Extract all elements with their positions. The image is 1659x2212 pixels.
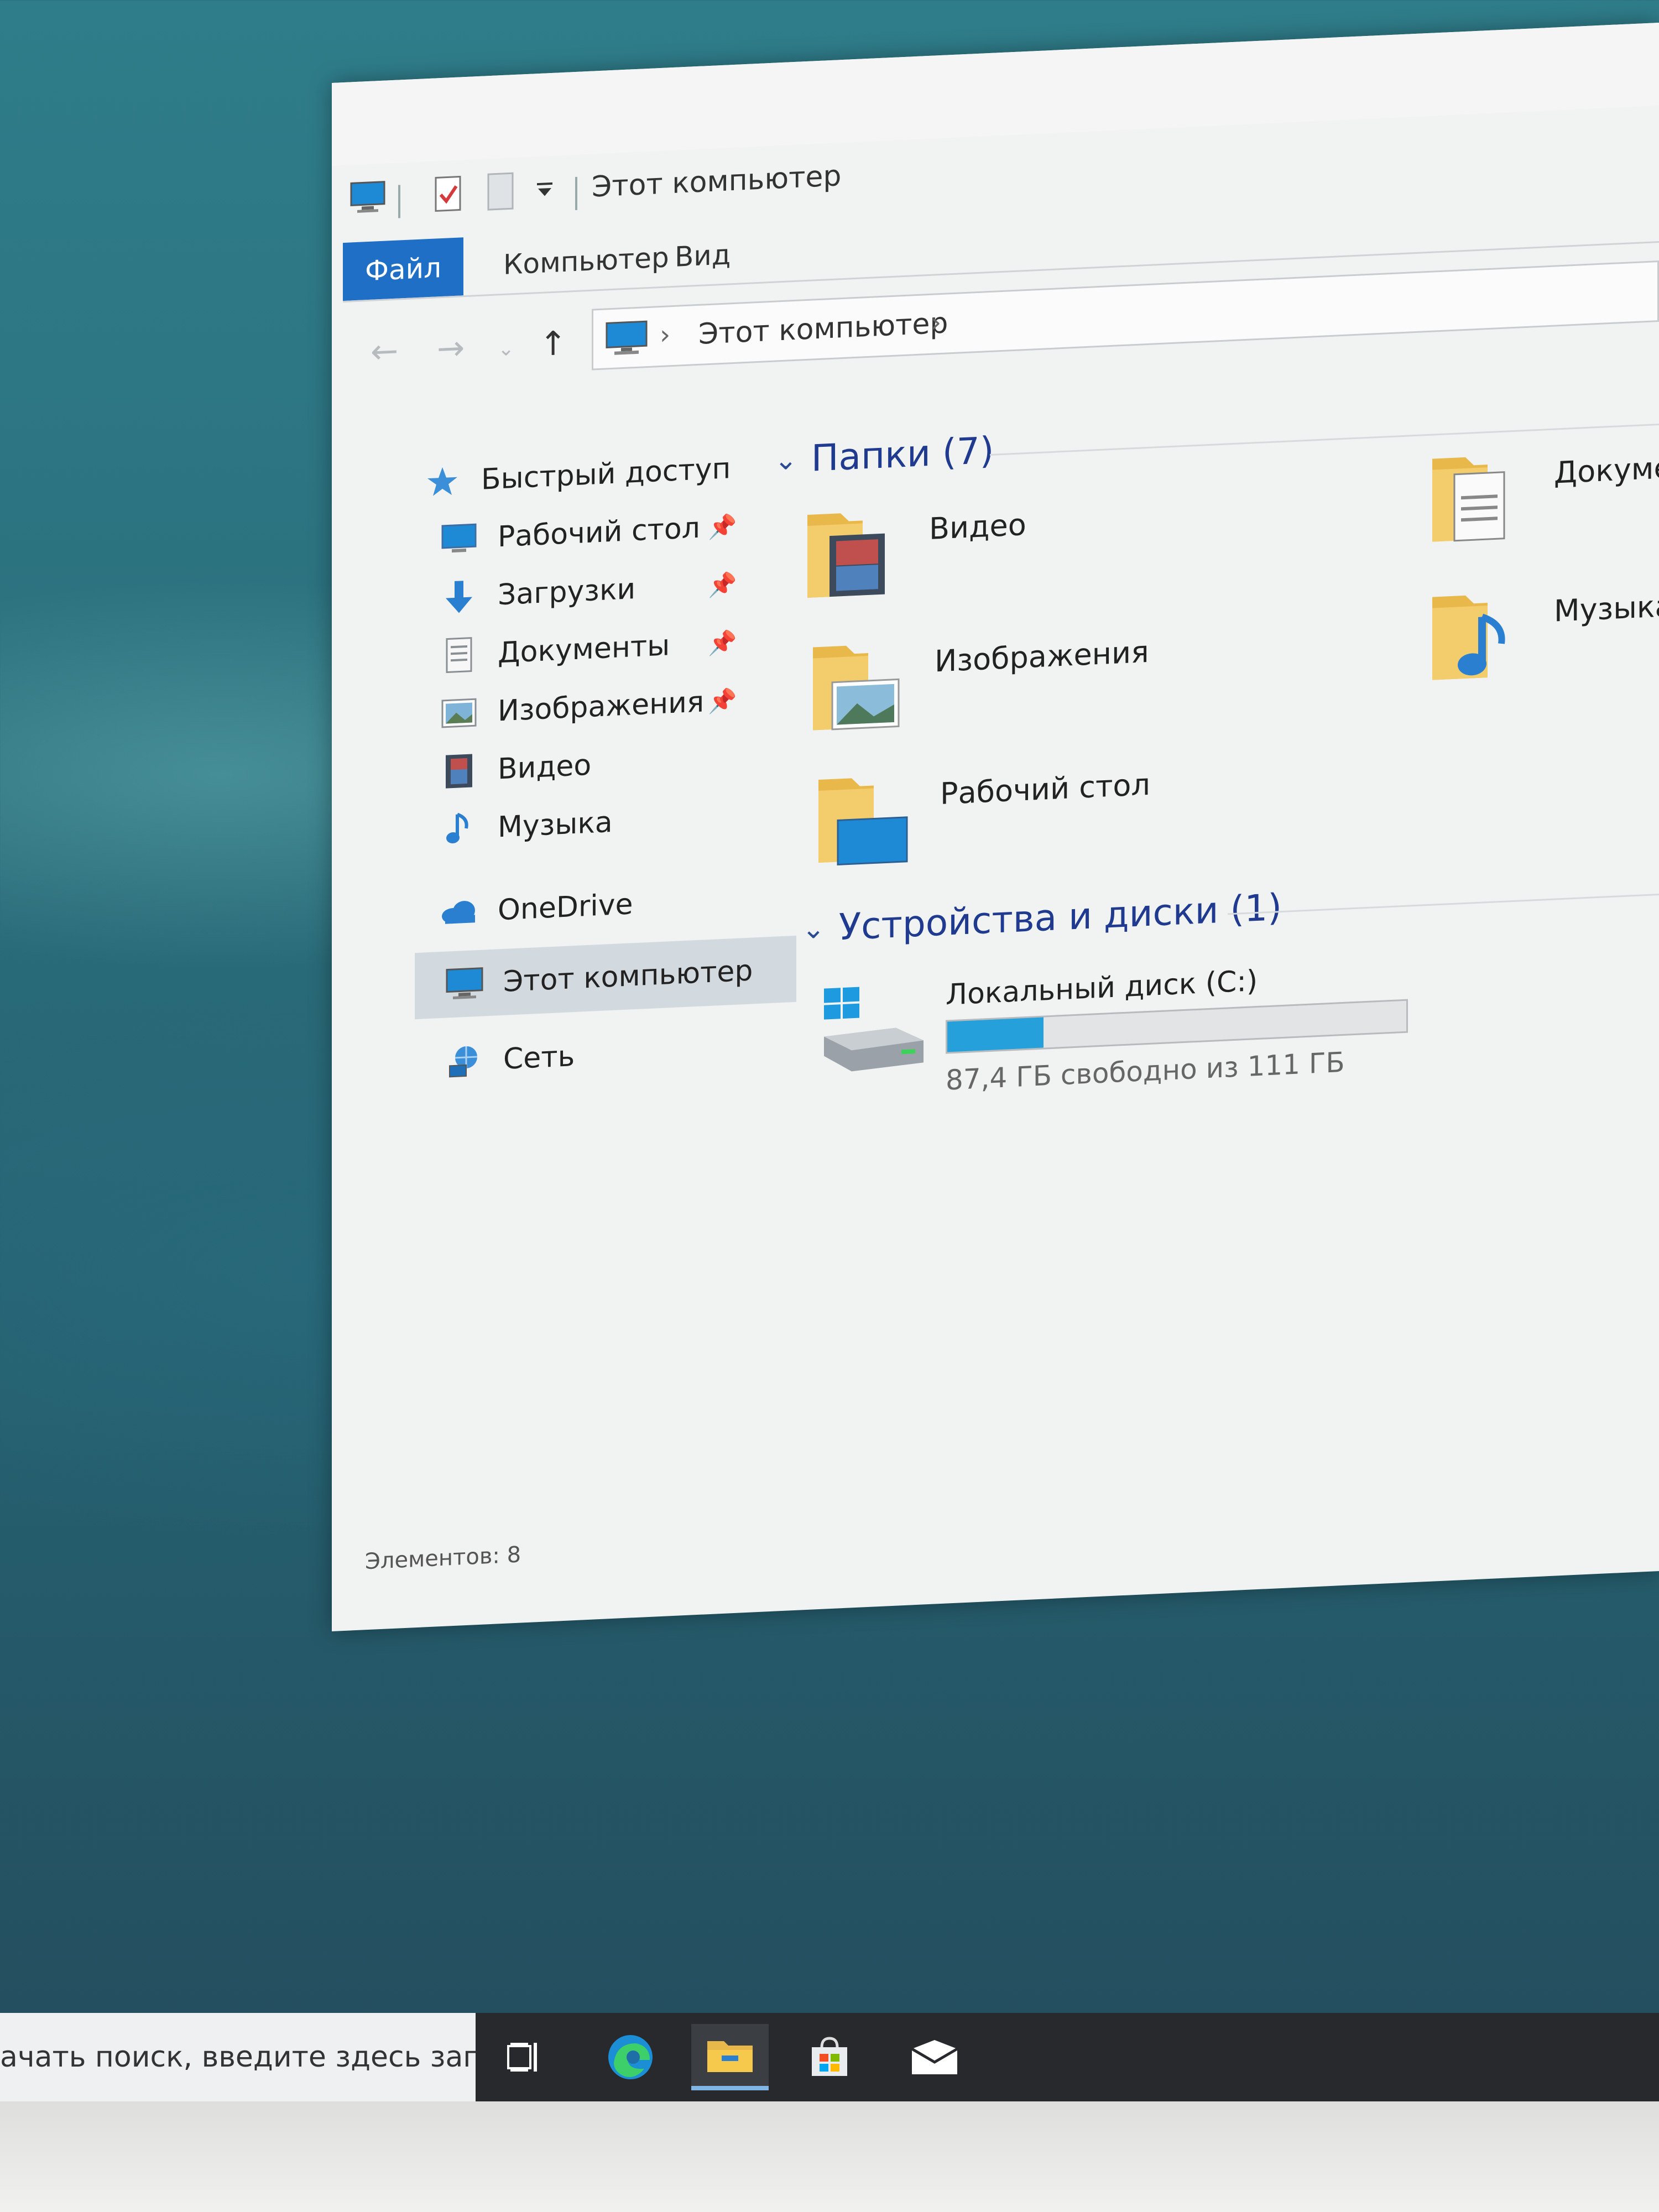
title-bar [332,23,1659,166]
up-arrow-icon[interactable]: ↑ [539,324,567,364]
folder-item-documents[interactable]: Докуме [1421,431,1659,554]
pin-icon[interactable]: 📌 [708,571,737,599]
new-folder-icon[interactable] [481,171,520,212]
sidebar-item-this-pc[interactable]: Этот компьютер [415,935,796,1020]
computer-icon [442,961,487,1007]
toolbar-separator [398,185,400,218]
devices-group-title: Устройства и диски (1) [838,885,1282,949]
navigation-pane: Быстрый доступ Рабочий стол 📌 Загрузки 📌… [343,374,796,1520]
monitor-bezel [0,2101,1659,2212]
video-icon [437,748,481,795]
tab-view[interactable]: Вид [653,224,753,286]
sidebar-item-label: Музыка [498,805,613,844]
devices-group-header[interactable]: ⌄ Устройства и диски (1) [802,886,1282,950]
pictures-icon [437,690,481,737]
explorer-window: Этот компьютер Файл Компьютер Вид ← → ⌄ … [332,23,1659,1632]
properties-check-icon[interactable] [429,174,467,214]
computer-icon [604,319,649,360]
drive-item-c[interactable]: Локальный диск (C:) 87,4 ГБ свободно из … [818,964,1408,1097]
sidebar-item-label: Рабочий стол [498,511,700,554]
recent-dropdown-icon[interactable]: ⌄ [498,337,514,361]
chevron-down-icon[interactable]: ⌄ [774,443,797,476]
folder-item-music[interactable]: Музыка [1421,570,1659,692]
folders-group-title: Папки (7) [811,429,994,480]
sidebar-item-label: Быстрый доступ [481,452,731,497]
edge-icon[interactable] [592,2024,669,2090]
pin-icon[interactable]: 📌 [708,629,737,658]
folder-name: Видео [929,507,1026,546]
forward-arrow-icon[interactable]: → [437,328,465,368]
music-folder-icon [1421,576,1532,691]
sidebar-item-label: Загрузки [498,572,636,612]
sidebar-item-label: Видео [498,748,592,786]
search-input[interactable]: ачать поиск, введите здесь запрос [0,2013,476,2101]
back-arrow-icon[interactable]: ← [371,332,398,372]
chevron-down-icon[interactable]: ⌄ [802,912,825,945]
hard-drive-icon [818,979,929,1081]
pin-icon[interactable]: 📌 [708,687,737,716]
group-divider [1228,890,1659,915]
window-title: Этот компьютер [592,159,842,204]
video-folder-icon [796,494,907,609]
pin-icon[interactable]: 📌 [708,513,737,541]
network-icon [442,1038,487,1084]
folder-item-videos[interactable]: Видео [796,488,1026,609]
drive-name: Локальный диск (C:) [946,964,1258,1012]
status-bar-count: Элементов: 8 [365,1542,521,1575]
download-icon [437,574,481,620]
sidebar-item-label: Сеть [503,1040,575,1076]
cloud-icon [437,889,481,936]
sidebar-item-label: Этот компьютер [503,954,753,999]
mail-icon[interactable] [896,2024,973,2090]
pictures-folder-icon [802,626,912,742]
content-pane: ⌄ Папки (7) Видео Изображения Рабочий ст… [758,332,1659,1501]
breadcrumb-chevron-icon[interactable]: › [660,319,670,351]
music-icon [437,806,481,853]
customize-arrow-icon[interactable] [525,169,564,210]
documents-folder-icon [1421,437,1532,553]
taskbar: ачать поиск, введите здесь запрос [0,2013,1659,2101]
sidebar-item-label: Изображения [498,685,705,728]
sidebar-item-label: OneDrive [498,888,633,927]
folder-name: Докуме [1554,450,1659,491]
folder-name: Музыка [1554,588,1659,629]
folders-group-header[interactable]: ⌄ Папки (7) [774,429,994,482]
folder-item-pictures[interactable]: Изображения [802,615,1149,742]
desktop-icon [437,516,481,562]
file-explorer-icon[interactable] [691,2024,769,2090]
drive-usage-fill [947,1017,1044,1052]
documents-icon [437,632,481,679]
store-icon[interactable] [791,2024,868,2090]
toolbar-separator [575,176,577,211]
tab-file[interactable]: Файл [343,237,464,301]
task-view-icon[interactable] [487,2024,564,2090]
sidebar-item-label: Документы [498,629,670,670]
breadcrumb[interactable]: Этот компьютер [698,306,948,351]
drive-free-space: 87,4 ГБ свободно из 111 ГБ [946,1046,1345,1097]
folder-name: Рабочий стол [940,766,1150,811]
computer-icon[interactable] [348,177,387,217]
desktop-folder-icon [807,759,918,874]
star-icon [420,458,465,505]
folder-name: Изображения [935,634,1149,679]
folder-item-desktop[interactable]: Рабочий стол [807,748,1150,874]
breadcrumb-chevron-icon[interactable]: › [931,307,941,338]
